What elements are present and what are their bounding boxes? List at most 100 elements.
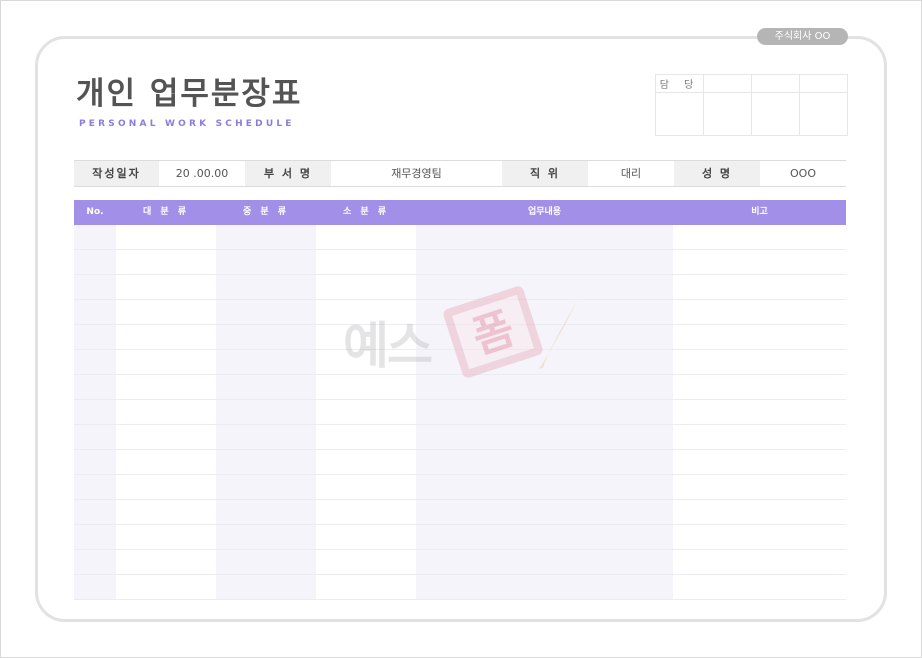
signature-cell[interactable] [703, 92, 752, 136]
table-cell[interactable] [416, 575, 673, 599]
table-cell[interactable] [216, 500, 316, 524]
table-cell[interactable] [416, 425, 673, 449]
table-cell[interactable] [416, 550, 673, 574]
table-cell[interactable] [74, 450, 116, 474]
table-cell[interactable] [316, 500, 416, 524]
table-cell[interactable] [116, 500, 216, 524]
table-cell[interactable] [74, 375, 116, 399]
table-cell[interactable] [74, 225, 116, 249]
table-row [74, 500, 846, 525]
info-value-date[interactable]: 20 .00.00 [159, 161, 245, 186]
table-cell[interactable] [116, 475, 216, 499]
table-cell[interactable] [74, 475, 116, 499]
header-minor-category: 소 분 류 [342, 207, 390, 217]
table-cell[interactable] [316, 575, 416, 599]
table-cell[interactable] [116, 325, 216, 349]
table-cell[interactable] [74, 350, 116, 374]
info-value-position[interactable]: 대리 [588, 161, 674, 186]
table-cell[interactable] [673, 375, 846, 399]
table-cell[interactable] [216, 325, 316, 349]
table-cell[interactable] [316, 450, 416, 474]
page-title: 개인 업무분장표 [76, 76, 303, 112]
header-middle-category: 중 분 류 [242, 207, 290, 217]
table-cell[interactable] [116, 300, 216, 324]
table-cell[interactable] [216, 425, 316, 449]
table-cell[interactable] [316, 225, 416, 249]
approval-cell[interactable] [703, 74, 752, 93]
header-task-content: 업무내용 [527, 207, 562, 217]
table-cell[interactable] [116, 375, 216, 399]
table-cell[interactable] [216, 475, 316, 499]
approval-cell[interactable] [799, 74, 848, 93]
table-cell[interactable] [673, 500, 846, 524]
table-cell[interactable] [74, 250, 116, 274]
table-cell[interactable] [316, 250, 416, 274]
table-cell[interactable] [74, 400, 116, 424]
table-cell[interactable] [216, 450, 316, 474]
table-cell[interactable] [416, 450, 673, 474]
table-row [74, 250, 846, 275]
table-cell[interactable] [216, 550, 316, 574]
table-cell[interactable] [316, 475, 416, 499]
header-remarks: 비고 [751, 207, 768, 217]
table-cell[interactable] [673, 550, 846, 574]
table-row [74, 475, 846, 500]
table-cell[interactable] [74, 500, 116, 524]
info-value-department[interactable]: 재무경영팀 [331, 161, 502, 186]
table-cell[interactable] [116, 275, 216, 299]
approval-cell[interactable] [751, 74, 800, 93]
table-cell[interactable] [673, 300, 846, 324]
table-cell[interactable] [416, 525, 673, 549]
table-cell[interactable] [116, 350, 216, 374]
table-cell[interactable] [74, 550, 116, 574]
table-cell[interactable] [316, 525, 416, 549]
table-cell[interactable] [216, 525, 316, 549]
table-cell[interactable] [673, 575, 846, 599]
table-cell[interactable] [416, 400, 673, 424]
table-cell[interactable] [316, 425, 416, 449]
table-cell[interactable] [416, 475, 673, 499]
table-cell[interactable] [316, 400, 416, 424]
signature-cell[interactable] [655, 92, 704, 136]
table-cell[interactable] [116, 250, 216, 274]
table-cell[interactable] [116, 400, 216, 424]
signature-cell[interactable] [799, 92, 848, 136]
table-cell[interactable] [673, 250, 846, 274]
table-cell[interactable] [216, 275, 316, 299]
table-cell[interactable] [116, 225, 216, 249]
table-cell[interactable] [74, 325, 116, 349]
table-cell[interactable] [116, 525, 216, 549]
table-cell[interactable] [673, 450, 846, 474]
table-cell[interactable] [673, 475, 846, 499]
table-cell[interactable] [673, 400, 846, 424]
table-cell[interactable] [74, 275, 116, 299]
table-cell[interactable] [116, 450, 216, 474]
table-cell[interactable] [216, 575, 316, 599]
table-cell[interactable] [673, 275, 846, 299]
table-cell[interactable] [673, 225, 846, 249]
table-cell[interactable] [74, 300, 116, 324]
table-cell[interactable] [416, 225, 673, 249]
table-cell[interactable] [116, 575, 216, 599]
table-cell[interactable] [673, 350, 846, 374]
table-cell[interactable] [216, 375, 316, 399]
table-cell[interactable] [673, 425, 846, 449]
table-cell[interactable] [216, 300, 316, 324]
table-cell[interactable] [216, 350, 316, 374]
table-cell[interactable] [416, 250, 673, 274]
info-value-name[interactable]: OOO [760, 161, 846, 186]
table-row [74, 225, 846, 250]
table-cell[interactable] [74, 525, 116, 549]
table-cell[interactable] [416, 500, 673, 524]
table-cell[interactable] [673, 325, 846, 349]
signature-cell[interactable] [751, 92, 800, 136]
table-cell[interactable] [74, 575, 116, 599]
table-cell[interactable] [216, 400, 316, 424]
table-cell[interactable] [74, 425, 116, 449]
table-cell[interactable] [216, 225, 316, 249]
table-cell[interactable] [116, 550, 216, 574]
table-cell[interactable] [673, 525, 846, 549]
table-cell[interactable] [116, 425, 216, 449]
table-cell[interactable] [216, 250, 316, 274]
table-cell[interactable] [316, 550, 416, 574]
